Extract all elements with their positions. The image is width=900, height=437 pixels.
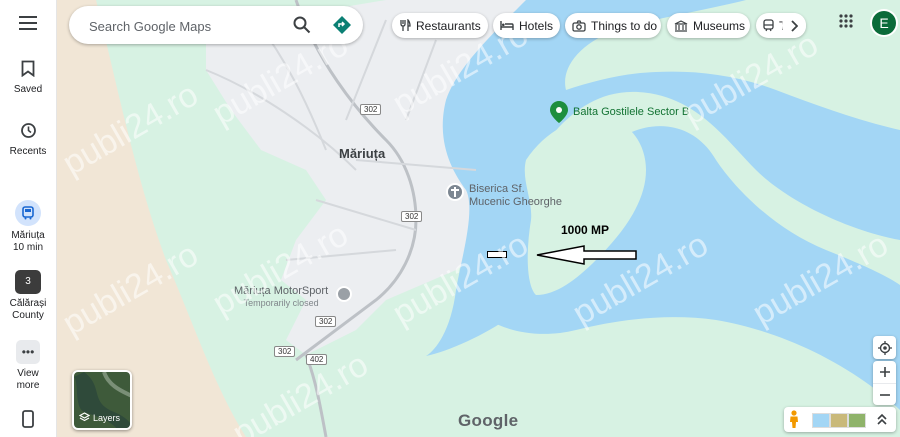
- church-icon: [451, 187, 459, 197]
- pegman-icon: [790, 410, 798, 428]
- restaurant-icon: [400, 19, 411, 31]
- view-more-line1: View: [17, 368, 39, 379]
- motorsport-poi-marker[interactable]: [336, 286, 352, 302]
- annotation-text: 1000 MP: [561, 223, 610, 237]
- camera-icon: [572, 19, 586, 32]
- layers-caption: Layers: [79, 412, 120, 423]
- search-icon: [293, 16, 311, 34]
- saved-label: Saved: [13, 84, 43, 95]
- museum-icon: [674, 19, 688, 32]
- recents-button[interactable]: Recents: [0, 122, 56, 158]
- town-label[interactable]: Măriuța: [339, 146, 385, 161]
- layers-icon: [79, 412, 90, 422]
- layers-label: Layers: [93, 412, 121, 423]
- church-poi-label[interactable]: Biserica Sf. Mucenic Gheorghe: [469, 183, 562, 209]
- chip-label: Hotels: [519, 18, 554, 33]
- recent-place-name: Măriuța: [11, 230, 45, 241]
- avatar: E: [872, 11, 896, 35]
- directions-icon: [333, 16, 351, 34]
- more-dots-icon: •••: [21, 345, 35, 359]
- recent-place-subtitle: 10 min: [12, 242, 43, 253]
- chips-scroll-right-button[interactable]: [782, 13, 806, 38]
- recent-place-mariuta[interactable]: Măriuța 10 min: [0, 200, 56, 254]
- imagery-thumb-2[interactable]: [830, 413, 848, 428]
- road-shield: 302: [315, 316, 337, 327]
- road-shield: 302: [360, 104, 382, 115]
- apps-grid-icon: [839, 14, 853, 28]
- search-input[interactable]: [87, 6, 281, 46]
- get-app-button[interactable]: [0, 410, 56, 431]
- location-target-icon: [877, 340, 892, 355]
- history-icon: [20, 123, 36, 138]
- chip-label: Museums: [693, 18, 746, 33]
- chevron-right-icon: [791, 19, 798, 32]
- bottom-map-controls: [784, 407, 896, 432]
- chip-label: Things to do: [591, 18, 658, 33]
- hotel-icon: [500, 21, 514, 30]
- zoom-in-button[interactable]: [873, 361, 896, 384]
- menu-button[interactable]: [0, 16, 56, 33]
- bookmark-icon: [21, 60, 35, 78]
- avatar-initial: E: [879, 15, 889, 31]
- map-canvas[interactable]: 302 302 302 302 402 Măriuța Balta Gostil…: [56, 0, 900, 437]
- road-shield: 302: [401, 211, 423, 222]
- church-label-line1: Biserica Sf.: [469, 183, 525, 195]
- phone-icon: [22, 410, 34, 428]
- zoom-controls: [873, 361, 896, 405]
- more-thumb: •••: [16, 340, 40, 364]
- imagery-thumb-1[interactable]: [812, 413, 830, 428]
- my-location-button[interactable]: [873, 336, 896, 359]
- hamburger-menu-icon: [19, 16, 37, 30]
- county-name: Călărași: [9, 298, 47, 309]
- chip-things-to-do[interactable]: Things to do: [565, 13, 661, 38]
- transit-thumb: [15, 200, 41, 226]
- zoom-out-button[interactable]: [873, 384, 896, 405]
- county-subtitle: County: [12, 310, 44, 321]
- plus-icon: [879, 367, 890, 377]
- saved-button[interactable]: Saved: [0, 60, 56, 96]
- bus-icon: [22, 206, 34, 220]
- lake-poi-label[interactable]: Balta Gostilele Sector B: [573, 106, 689, 118]
- search-button[interactable]: [293, 16, 311, 39]
- layers-button[interactable]: Layers: [72, 370, 132, 430]
- church-poi-marker[interactable]: [446, 183, 464, 201]
- chip-restaurants[interactable]: Restaurants: [392, 13, 488, 38]
- county-count: 3: [25, 276, 31, 287]
- chip-museums[interactable]: Museums: [667, 13, 750, 38]
- recent-place-calarasi[interactable]: 3 Călărași County: [0, 270, 56, 322]
- road-shield: 302: [274, 346, 296, 357]
- google-logo: Google: [458, 411, 519, 430]
- chip-hotels[interactable]: Hotels: [493, 13, 560, 38]
- view-more-button[interactable]: ••• View more: [0, 340, 56, 392]
- account-button[interactable]: E: [870, 9, 898, 37]
- search-bar: [69, 6, 363, 46]
- apps-button[interactable]: [839, 14, 853, 33]
- transit-icon: [763, 19, 774, 32]
- chip-label: Restaurants: [416, 18, 481, 33]
- directions-button[interactable]: [332, 15, 352, 40]
- pegman-button[interactable]: [788, 410, 800, 434]
- county-thumb: 3: [15, 270, 41, 294]
- double-chevron-up-icon: [877, 413, 887, 425]
- arrow-left-icon: [536, 245, 637, 265]
- church-label-line2: Mucenic Gheorghe: [469, 196, 562, 208]
- expand-button[interactable]: [877, 412, 887, 431]
- minus-icon: [879, 393, 890, 396]
- recents-label: Recents: [9, 146, 47, 157]
- view-more-line2: more: [16, 380, 40, 391]
- imagery-thumb-3[interactable]: [848, 413, 866, 428]
- sidebar: Saved Recents Măriuța 10 min 3 Călărași …: [0, 0, 57, 437]
- park-pin-icon: [550, 101, 568, 123]
